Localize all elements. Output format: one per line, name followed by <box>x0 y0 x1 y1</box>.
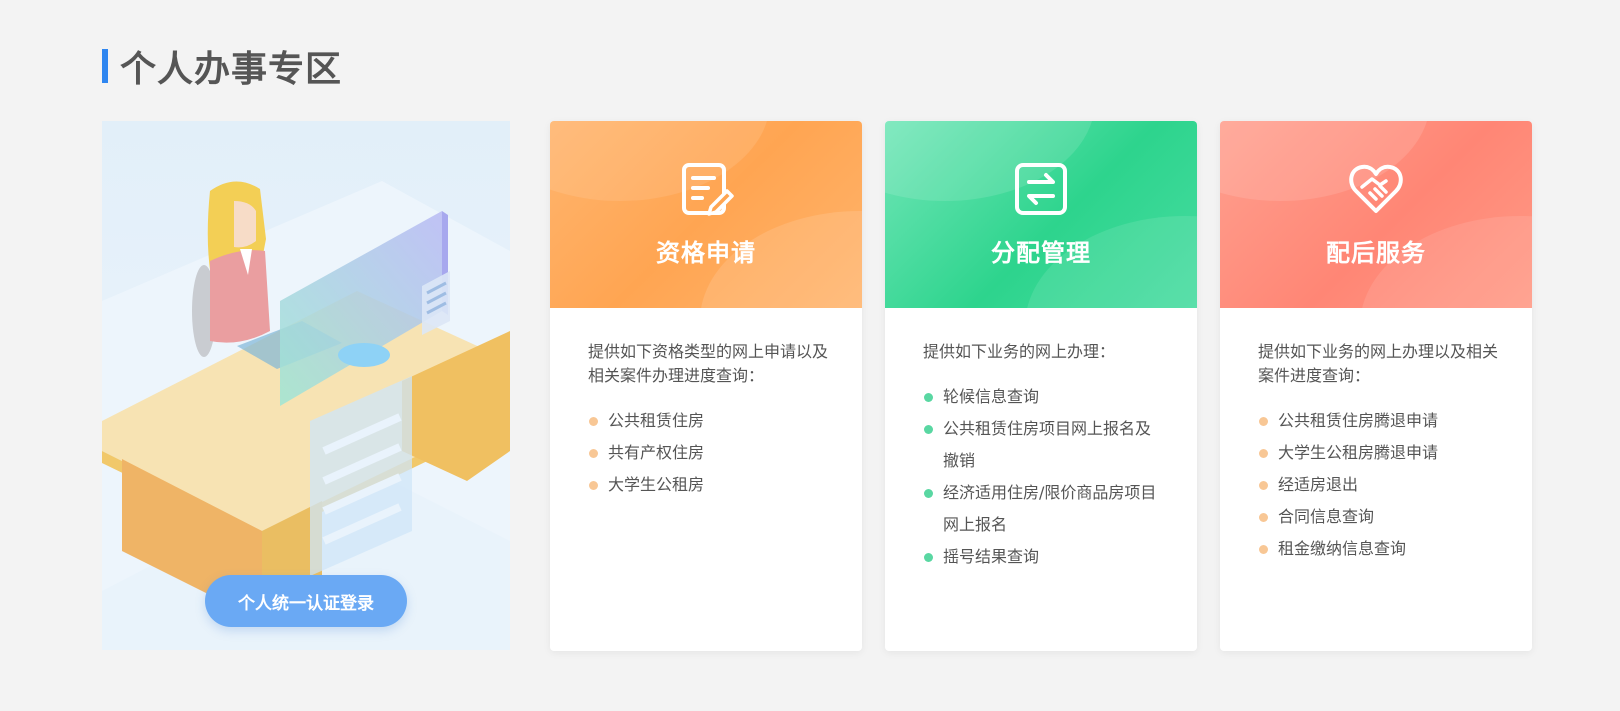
list-item[interactable]: 公共租赁住房 <box>588 405 828 437</box>
list-item[interactable]: 轮候信息查询 <box>923 381 1163 413</box>
card-header: 资格申请 <box>550 121 862 308</box>
card-description: 提供如下业务的网上办理以及相关案件进度查询： <box>1258 342 1499 385</box>
swap-arrows-icon <box>1015 163 1067 215</box>
card-qualification-application[interactable]: 资格申请 提供如下资格类型的网上申请以及相关案件办理进度查询： 公共租赁住房 共… <box>550 121 862 651</box>
unified-auth-login-button[interactable]: 个人统一认证登录 <box>205 575 407 627</box>
heart-handshake-icon <box>1349 164 1403 213</box>
list-item[interactable]: 大学生公租房腾退申请 <box>1258 437 1498 469</box>
list-item[interactable]: 合同信息查询 <box>1258 501 1498 533</box>
card-header: 分配管理 <box>885 121 1197 308</box>
card-item-list: 轮候信息查询 公共租赁住房项目网上报名及撤销 经济适用住房/限价商品房项目网上报… <box>923 381 1163 573</box>
list-item[interactable]: 公共租赁住房项目网上报名及撤销 <box>923 413 1163 477</box>
edit-document-icon <box>682 163 734 216</box>
card-description: 提供如下资格类型的网上申请以及相关案件办理进度查询： <box>588 342 829 385</box>
list-item[interactable]: 共有产权住房 <box>588 437 828 469</box>
card-title: 资格申请 <box>656 239 756 267</box>
section-title: 个人办事专区 <box>120 49 343 90</box>
list-item[interactable]: 经济适用住房/限价商品房项目网上报名 <box>923 477 1163 541</box>
card-item-list: 公共租赁住房腾退申请 大学生公租房腾退申请 经适房退出 合同信息查询 租金缴纳信… <box>1258 405 1498 565</box>
personal-services-section: 个人办事专区 个人统一认证登录 资格申请 提供如下资格类型的网上申请以及相关案件… <box>0 0 1620 711</box>
card-body: 提供如下业务的网上办理以及相关案件进度查询： 公共租赁住房腾退申请 大学生公租房… <box>1220 308 1532 565</box>
card-post-allocation-services[interactable]: 配后服务 提供如下业务的网上办理以及相关案件进度查询： 公共租赁住房腾退申请 大… <box>1220 121 1532 651</box>
list-item[interactable]: 大学生公租房 <box>588 469 828 501</box>
card-title: 分配管理 <box>991 239 1091 267</box>
card-body: 提供如下资格类型的网上申请以及相关案件办理进度查询： 公共租赁住房 共有产权住房… <box>550 308 862 501</box>
card-item-list: 公共租赁住房 共有产权住房 大学生公租房 <box>588 405 828 501</box>
card-allocation-management[interactable]: 分配管理 提供如下业务的网上办理： 轮候信息查询 公共租赁住房项目网上报名及撤销… <box>885 121 1197 651</box>
list-item[interactable]: 租金缴纳信息查询 <box>1258 533 1498 565</box>
section-header: 个人办事专区 <box>102 44 342 90</box>
card-header: 配后服务 <box>1220 121 1532 308</box>
header-wave-decoration <box>550 121 770 201</box>
hero-illustration-panel: 个人统一认证登录 <box>102 121 510 650</box>
office-desk-illustration <box>102 121 510 650</box>
list-item[interactable]: 公共租赁住房腾退申请 <box>1258 405 1498 437</box>
list-item[interactable]: 经适房退出 <box>1258 469 1498 501</box>
title-accent-bar <box>102 49 108 83</box>
card-body: 提供如下业务的网上办理： 轮候信息查询 公共租赁住房项目网上报名及撤销 经济适用… <box>885 308 1197 573</box>
list-item[interactable]: 摇号结果查询 <box>923 541 1163 573</box>
card-title: 配后服务 <box>1326 239 1426 267</box>
card-description: 提供如下业务的网上办理： <box>923 342 1116 361</box>
